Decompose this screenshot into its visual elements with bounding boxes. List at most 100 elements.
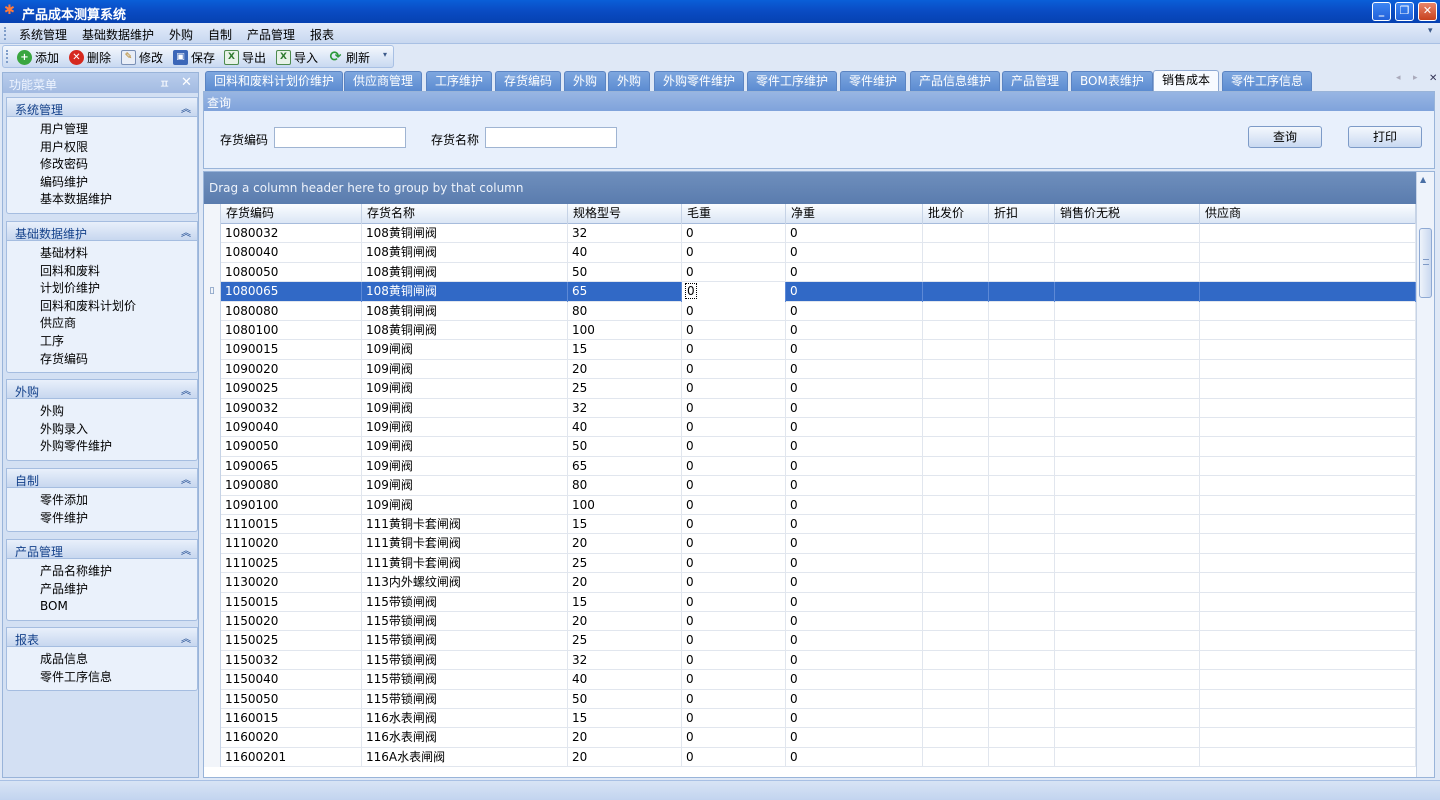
table-row[interactable]: 1080100 108黄铜闸阀 100 0 0 xyxy=(204,321,1416,341)
row-indicator[interactable] xyxy=(204,321,221,341)
table-cell[interactable] xyxy=(1200,224,1416,244)
table-cell[interactable] xyxy=(1200,631,1416,651)
table-row[interactable]: 1080040 108黄铜闸阀 40 0 0 xyxy=(204,243,1416,263)
restore-button[interactable]: ❐ xyxy=(1395,2,1414,21)
row-indicator[interactable] xyxy=(204,670,221,690)
table-cell[interactable] xyxy=(1200,418,1416,438)
column-header[interactable]: 供应商 xyxy=(1200,204,1416,224)
table-row[interactable]: 1090020 109闸阀 20 0 0 xyxy=(204,359,1416,380)
row-indicator[interactable] xyxy=(204,573,221,593)
table-cell[interactable]: 0 xyxy=(786,321,923,341)
table-row[interactable]: 1080050 108黄铜闸阀 50 0 0 xyxy=(204,262,1416,283)
row-indicator[interactable] xyxy=(204,418,221,438)
tab-purchase-parts[interactable]: 外购零件维护 xyxy=(654,71,745,91)
table-cell[interactable]: 109闸阀 xyxy=(362,418,568,438)
table-cell[interactable] xyxy=(1055,262,1200,283)
table-cell[interactable] xyxy=(1200,592,1416,612)
table-cell[interactable] xyxy=(1055,709,1200,729)
table-row[interactable]: 1110020 111黄铜卡套闸阀 20 0 0 xyxy=(204,534,1416,554)
row-indicator[interactable] xyxy=(204,592,221,612)
table-cell[interactable]: 0 xyxy=(682,282,786,302)
table-cell[interactable]: 108黄铜闸阀 xyxy=(362,301,568,321)
table-cell[interactable]: 0 xyxy=(786,573,923,593)
table-cell[interactable] xyxy=(1055,573,1200,593)
column-header[interactable]: 规格型号 xyxy=(568,204,682,224)
table-cell[interactable]: 0 xyxy=(682,650,786,671)
tab-purchase-1[interactable]: 外购 xyxy=(564,71,607,91)
table-row[interactable]: 1090015 109闸阀 15 0 0 xyxy=(204,340,1416,360)
table-cell[interactable]: 1080080 xyxy=(221,301,362,321)
table-cell[interactable]: 0 xyxy=(786,747,923,768)
table-row[interactable]: 1080032 108黄铜闸阀 32 0 0 xyxy=(204,224,1416,244)
table-cell[interactable] xyxy=(923,728,989,748)
table-cell[interactable]: 20 xyxy=(568,573,682,593)
table-cell[interactable]: 116水表闸阀 xyxy=(362,709,568,729)
table-cell[interactable] xyxy=(1200,612,1416,632)
sidebar-item-product-maintenance[interactable]: 产品维护 xyxy=(7,581,197,599)
code-input[interactable] xyxy=(274,127,406,148)
sidebar-item-bom[interactable]: BOM xyxy=(7,598,197,616)
table-cell[interactable] xyxy=(1200,553,1416,574)
table-cell[interactable] xyxy=(1055,631,1200,651)
tab-part-process-info[interactable]: 零件工序信息 xyxy=(1222,71,1313,91)
table-cell[interactable]: 0 xyxy=(786,456,923,477)
table-cell[interactable] xyxy=(923,456,989,477)
table-row[interactable]: 11600201 116A水表闸阀 20 0 0 xyxy=(204,747,1416,768)
table-cell[interactable] xyxy=(1055,670,1200,690)
table-cell[interactable]: 0 xyxy=(786,592,923,612)
table-cell[interactable] xyxy=(989,534,1055,554)
table-cell[interactable] xyxy=(989,340,1055,360)
menu-group-header[interactable]: 系统管理 ︽ xyxy=(6,97,198,117)
sidebar-item-user-permissions[interactable]: 用户权限 xyxy=(7,139,197,157)
sidebar-item-code-maintenance[interactable]: 编码维护 xyxy=(7,174,197,192)
table-cell[interactable] xyxy=(923,495,989,515)
table-cell[interactable]: 116水表闸阀 xyxy=(362,728,568,748)
table-cell[interactable] xyxy=(923,670,989,690)
table-cell[interactable]: 0 xyxy=(682,437,786,457)
table-cell[interactable]: 1160015 xyxy=(221,709,362,729)
table-cell[interactable]: 109闸阀 xyxy=(362,398,568,418)
table-cell[interactable]: 0 xyxy=(682,243,786,263)
menu-self-made[interactable]: 自制 xyxy=(208,26,232,43)
scrollbar-thumb[interactable] xyxy=(1419,228,1432,298)
table-cell[interactable]: 32 xyxy=(568,398,682,418)
table-cell[interactable]: 0 xyxy=(786,728,923,748)
table-cell[interactable] xyxy=(1055,456,1200,477)
table-cell[interactable] xyxy=(989,728,1055,748)
table-cell[interactable]: 1090025 xyxy=(221,379,362,399)
table-cell[interactable]: 0 xyxy=(786,650,923,671)
table-row[interactable]: 1090025 109闸阀 25 0 0 xyxy=(204,379,1416,399)
collapse-icon[interactable]: ︽ xyxy=(181,224,191,239)
table-cell[interactable]: 80 xyxy=(568,301,682,321)
table-cell[interactable]: 100 xyxy=(568,495,682,515)
table-cell[interactable]: 0 xyxy=(682,301,786,321)
table-cell[interactable]: 65 xyxy=(568,282,682,302)
table-cell[interactable]: 1080100 xyxy=(221,321,362,341)
table-cell[interactable] xyxy=(923,321,989,341)
tab-process-maintenance[interactable]: 工序维护 xyxy=(426,71,493,91)
table-cell[interactable]: 1080050 xyxy=(221,262,362,283)
table-cell[interactable] xyxy=(1055,340,1200,360)
table-cell[interactable]: 1080040 xyxy=(221,243,362,263)
export-button[interactable]: X 导出 xyxy=(224,49,266,65)
table-cell[interactable] xyxy=(1055,282,1200,302)
table-cell[interactable] xyxy=(1200,243,1416,263)
table-cell[interactable]: 40 xyxy=(568,418,682,438)
table-cell[interactable]: 109闸阀 xyxy=(362,379,568,399)
table-cell[interactable]: 1090032 xyxy=(221,398,362,418)
table-cell[interactable]: 50 xyxy=(568,437,682,457)
row-indicator[interactable] xyxy=(204,243,221,263)
table-row[interactable]: 1080080 108黄铜闸阀 80 0 0 xyxy=(204,301,1416,321)
row-indicator[interactable] xyxy=(204,224,221,244)
table-cell[interactable]: 1110020 xyxy=(221,534,362,554)
table-cell[interactable]: 115带锁闸阀 xyxy=(362,689,568,709)
table-cell[interactable] xyxy=(1055,224,1200,244)
table-row[interactable]: 1150040 115带锁闸阀 40 0 0 xyxy=(204,670,1416,690)
table-cell[interactable]: 108黄铜闸阀 xyxy=(362,321,568,341)
table-cell[interactable] xyxy=(923,301,989,321)
table-row[interactable]: 1110015 111黄铜卡套闸阀 15 0 0 xyxy=(204,515,1416,535)
table-cell[interactable] xyxy=(923,398,989,418)
group-panel[interactable]: Drag a column header here to group by th… xyxy=(204,172,1416,204)
tab-purchase-2[interactable]: 外购 xyxy=(608,71,651,91)
table-cell[interactable]: 0 xyxy=(786,495,923,515)
